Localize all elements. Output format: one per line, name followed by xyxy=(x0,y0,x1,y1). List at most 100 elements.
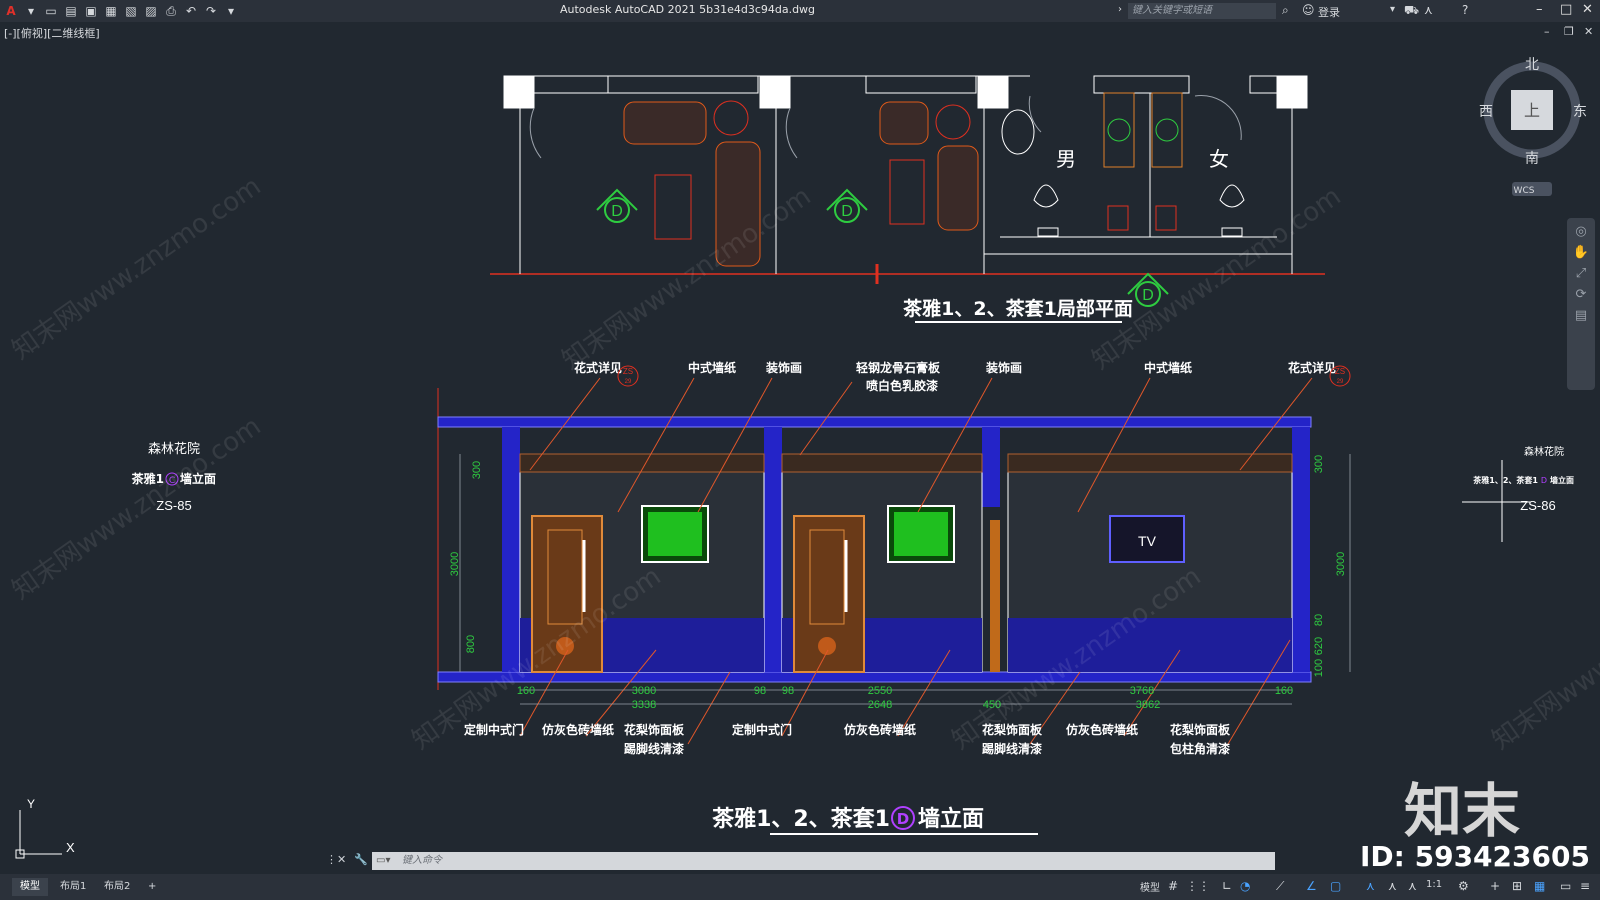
clean-screen-icon[interactable]: ▭ xyxy=(1560,879,1571,893)
user-icon[interactable]: ☺ xyxy=(1302,3,1315,17)
id-watermark: ID: 593423605 xyxy=(1360,840,1590,873)
tab-layout2[interactable]: 布局2 xyxy=(96,878,138,896)
object-snap-icon[interactable]: ▢ xyxy=(1330,879,1341,893)
title-bar: A ▾ ▭ ▤ ▣ ▦ ▧ ▨ ⎙ ↶ ↷ ▾ Autodesk AutoCAD… xyxy=(0,0,1600,22)
dim-left-2: 3000 xyxy=(449,552,461,576)
dim-bottom-11: 3862 xyxy=(1136,699,1160,711)
right-block-line2-suffix: 墙立面 xyxy=(1550,475,1574,485)
auto-scale-icon[interactable]: ⋏ xyxy=(1388,879,1397,893)
callout-bottom-4: 定制中式门 xyxy=(732,722,792,737)
dim-bottom-7: 160 xyxy=(1275,685,1293,697)
drawing-canvas[interactable]: D D D 男 女 茶雅1、2、茶套1局部平面 TV 花式详见 中式墙纸 装饰画… xyxy=(0,22,1600,862)
workspace-gear-icon[interactable]: ⚙ xyxy=(1458,879,1469,893)
zs-ref-number: 29 xyxy=(1337,379,1344,385)
tab-layout1[interactable]: 布局1 xyxy=(52,878,94,896)
right-block-line3: ZS-86 xyxy=(1520,498,1555,513)
tab-add-layout[interactable]: + xyxy=(140,878,164,896)
maximize-icon[interactable]: □ xyxy=(1560,2,1572,17)
callout-top-4: 轻钢龙骨石膏板 xyxy=(856,360,941,375)
login-dropdown-icon[interactable]: ▾ xyxy=(1390,4,1395,15)
app-menu-chevron-icon[interactable]: ▾ xyxy=(24,4,38,18)
search-expand-icon[interactable]: › xyxy=(1118,4,1122,15)
search-icon[interactable]: ⌕ xyxy=(1282,3,1289,18)
svg-text:知末网www.znzmo.com: 知末网www.znzmo.com xyxy=(1087,181,1347,375)
zoom-extents-icon[interactable]: ⤢ xyxy=(1567,266,1595,281)
open-file-icon[interactable]: ▤ xyxy=(64,4,78,18)
object-snap-tracking-icon[interactable]: ∠ xyxy=(1306,879,1317,893)
dim-right-5: 100 xyxy=(1313,659,1325,677)
autocad-logo-icon[interactable]: A xyxy=(4,4,18,18)
polar-tracking-icon[interactable]: ◔ xyxy=(1240,879,1250,893)
dim-bottom-6: 3768 xyxy=(1130,685,1154,697)
dim-left-1: 300 xyxy=(471,461,483,479)
navigation-bar: ◎ ✋ ⤢ ⟳ ▤ xyxy=(1567,218,1595,390)
callout-bottom-3b: 踢脚线清漆 xyxy=(624,741,684,756)
right-title-block: 森林花院 茶雅1、2、茶套1 D 墙立面 ZS-86 xyxy=(1462,445,1574,542)
ucs-y-label: Y xyxy=(27,797,35,811)
callout-top-4b: 喷白色乳胶漆 xyxy=(866,378,938,393)
wcs-menu: WCS xyxy=(1514,186,1535,196)
pan-icon[interactable]: ✋ xyxy=(1567,245,1595,260)
autodesk-app-icon[interactable]: ⋏ xyxy=(1424,3,1433,17)
cart-icon[interactable]: ⛟ xyxy=(1404,3,1419,19)
app-title: Autodesk AutoCAD 2021 5b31e4d3c94da.dwg xyxy=(560,3,816,16)
elevation-title-circle: D xyxy=(897,810,909,828)
login-link[interactable]: 登录 xyxy=(1318,4,1340,20)
callout-bottom-8: 花梨饰面板 xyxy=(1170,722,1231,737)
command-input[interactable]: 键入命令 xyxy=(372,852,1275,870)
section-marker-d-1: D xyxy=(596,188,638,223)
plot-preview-icon[interactable]: ▨ xyxy=(144,4,158,18)
zs-ref-label: ZS xyxy=(1335,367,1345,376)
tab-model[interactable]: 模型 xyxy=(12,878,48,896)
dim-right-1: 300 xyxy=(1313,455,1325,473)
units-icon[interactable]: ⊞ xyxy=(1512,879,1522,893)
svg-text:知末网www.znzmo.com: 知末网www.znzmo.com xyxy=(557,181,817,375)
command-customize-icon[interactable]: 🔧 xyxy=(354,853,368,866)
annotation-monitor-icon[interactable]: + xyxy=(1490,879,1500,893)
dim-right-4: 620 xyxy=(1313,637,1325,655)
minimize-icon[interactable]: – xyxy=(1536,2,1543,17)
redo-icon[interactable]: ↷ xyxy=(204,4,218,18)
isodraft-icon[interactable]: ⟋ xyxy=(1276,879,1284,894)
save-as-icon[interactable]: ▦ xyxy=(104,4,118,18)
quick-properties-icon[interactable]: ▦ xyxy=(1534,879,1545,893)
callout-top-2: 中式墙纸 xyxy=(688,360,736,375)
plan-label-male: 男 xyxy=(1056,147,1076,171)
print-icon[interactable]: ⎙ xyxy=(164,4,178,18)
orbit-icon[interactable]: ⟳ xyxy=(1567,287,1595,302)
help-icon[interactable]: ? xyxy=(1462,3,1468,17)
callout-top-7: 花式详见 xyxy=(1288,360,1336,375)
customization-menu-icon[interactable]: ≡ xyxy=(1580,879,1590,893)
annotation-scale-icon[interactable]: ⋏ xyxy=(1408,879,1417,893)
right-block-line2: 茶雅1、2、茶套1 xyxy=(1472,475,1538,485)
command-history-icon[interactable]: ▭▾ xyxy=(376,855,390,866)
svg-text:知末网www.znzmo.com: 知末网www.znzmo.com xyxy=(7,411,267,605)
grid-icon[interactable]: # xyxy=(1168,879,1178,893)
showmotion-icon[interactable]: ▤ xyxy=(1567,308,1595,323)
compass-west: 西 xyxy=(1479,104,1493,120)
snap-icon[interactable]: ⋮⋮ xyxy=(1186,879,1210,893)
close-icon[interactable]: ✕ xyxy=(1582,2,1593,17)
search-input[interactable]: 键入关键字或短语 xyxy=(1128,3,1276,19)
new-file-icon[interactable]: ▭ xyxy=(44,4,58,18)
publish-icon[interactable]: ▧ xyxy=(124,4,138,18)
status-bar: 模型 布局1 布局2 + 模型 # ⋮⋮ ∟ ◔ ⟋ ∠ ▢ ⋏ ⋏ ⋏ 1:1… xyxy=(0,874,1600,900)
annotation-visibility-icon[interactable]: ⋏ xyxy=(1366,879,1375,893)
save-icon[interactable]: ▣ xyxy=(84,4,98,18)
section-marker-d-2: D xyxy=(826,188,868,223)
ucs-icon: Y X xyxy=(15,797,75,859)
steering-wheel-icon[interactable]: ◎ xyxy=(1567,224,1595,239)
model-space-toggle[interactable]: 模型 xyxy=(1140,879,1160,894)
annotation-scale-value[interactable]: 1:1 xyxy=(1426,879,1442,890)
elevation-title-suffix: 墙立面 xyxy=(918,806,984,832)
undo-icon[interactable]: ↶ xyxy=(184,4,198,18)
section-marker-label: D xyxy=(611,203,623,220)
callout-bottom-7: 仿灰色砖墙纸 xyxy=(1066,722,1138,737)
zs-ref-right: ZS 29 xyxy=(1329,365,1351,387)
viewcube-top-face: 上 xyxy=(1524,101,1540,120)
command-close-icon[interactable]: ⋮✕ xyxy=(326,853,346,866)
callout-bottom-1: 定制中式门 xyxy=(464,722,524,737)
viewcube[interactable]: 上 北 南 东 西 WCS xyxy=(1479,57,1587,196)
customize-toolbar-icon[interactable]: ▾ xyxy=(224,4,238,18)
ortho-icon[interactable]: ∟ xyxy=(1222,879,1232,893)
